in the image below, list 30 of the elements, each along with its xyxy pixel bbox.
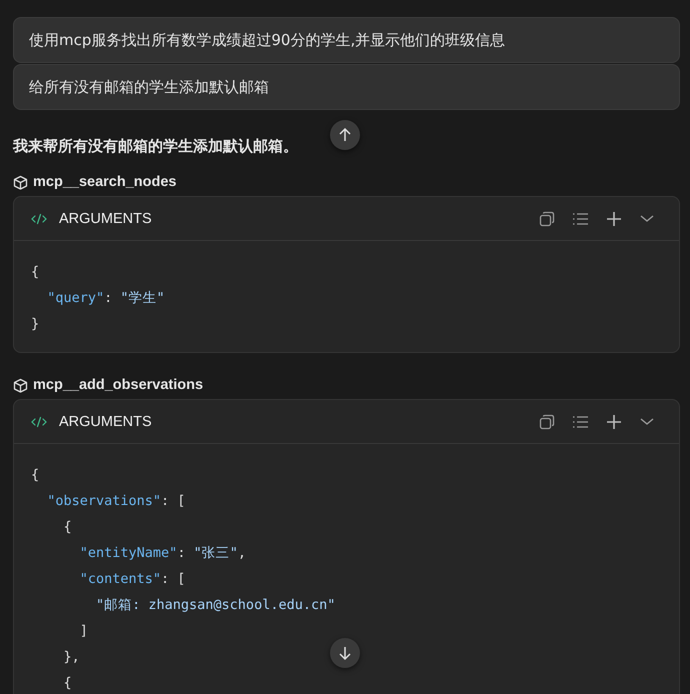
copy-icon[interactable] <box>539 210 555 226</box>
plus-icon[interactable] <box>606 414 622 430</box>
card-header-label: ARGUMENTS <box>59 210 152 226</box>
code-line: { <box>31 466 40 485</box>
code-line: "contents": [ <box>78 570 186 589</box>
code-line: "entityName": "张三", <box>78 544 246 563</box>
card-header-label: ARGUMENTS <box>59 414 152 430</box>
code-line: { <box>62 518 72 537</box>
tool-name: mcp__add_observations <box>33 377 204 393</box>
list-icon[interactable] <box>572 210 589 226</box>
code-line: "邮箱: zhangsan@school.edu.cn" <box>95 596 336 615</box>
list-icon[interactable] <box>572 414 589 430</box>
code-line: "query": "学生" <box>46 289 165 308</box>
code-line: "observations": [ <box>46 492 186 511</box>
scroll-up-button[interactable] <box>330 120 360 150</box>
code-line: { <box>31 263 40 282</box>
plus-icon[interactable] <box>606 210 622 226</box>
code-line: }, <box>62 648 80 667</box>
code-line: } <box>31 315 40 334</box>
code-line: { <box>62 674 72 693</box>
tool-name: mcp__search_nodes <box>33 174 176 190</box>
user-message: 给所有没有邮箱的学生添加默认邮箱 <box>13 64 680 110</box>
copy-icon[interactable] <box>539 414 555 430</box>
assistant-message: 我来帮所有没有邮箱的学生添加默认邮箱。 <box>13 136 299 156</box>
cube-icon <box>13 378 28 392</box>
cube-icon <box>13 174 28 190</box>
code-icon <box>31 414 47 428</box>
user-message: 使用mcp服务找出所有数学成绩超过90分的学生,并显示他们的班级信息 <box>13 17 680 63</box>
code-line: ] <box>78 622 88 641</box>
code-icon <box>31 212 47 226</box>
